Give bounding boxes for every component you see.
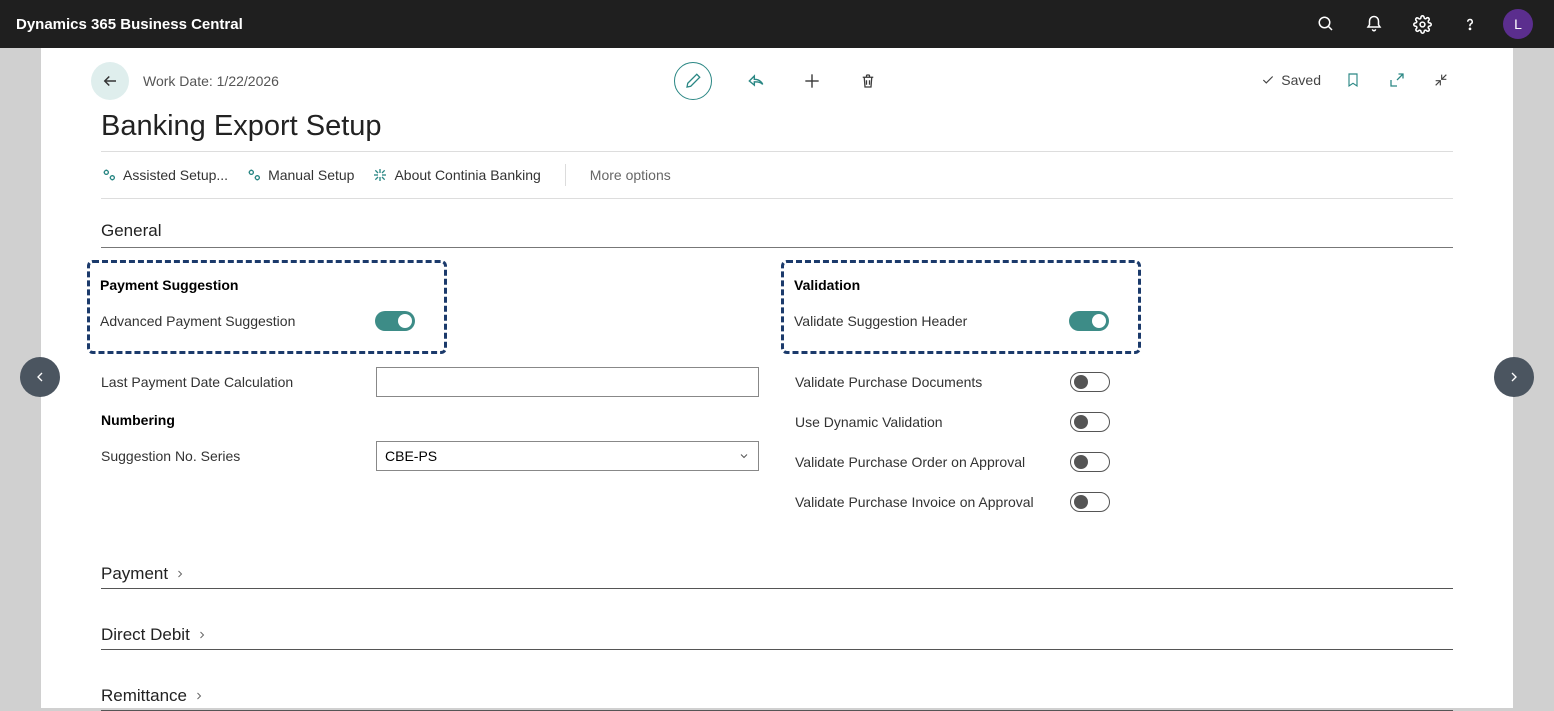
last-payment-date-label: Last Payment Date Calculation xyxy=(101,374,360,390)
chevron-right-icon xyxy=(174,568,186,580)
numbering-subhead: Numbering xyxy=(101,412,759,428)
page-title: Banking Export Setup xyxy=(101,110,1453,143)
chevron-right-icon xyxy=(193,690,205,702)
last-payment-date-input[interactable] xyxy=(376,367,759,397)
section-remittance-label: Remittance xyxy=(101,686,187,706)
validate-purchase-documents-label: Validate Purchase Documents xyxy=(795,374,1054,390)
gears-icon xyxy=(246,167,262,183)
share-icon[interactable] xyxy=(744,69,768,93)
advanced-payment-label: Advanced Payment Suggestion xyxy=(100,313,359,329)
suggestion-no-series-combo[interactable]: CBE-PS xyxy=(376,441,759,471)
payment-suggestion-highlight: Payment Suggestion Advanced Payment Sugg… xyxy=(87,260,447,354)
edit-button[interactable] xyxy=(674,62,712,100)
app-topbar: Dynamics 365 Business Central L xyxy=(0,0,1554,48)
bell-icon[interactable] xyxy=(1354,4,1394,44)
manual-setup-label: Manual Setup xyxy=(268,167,354,183)
avatar-letter: L xyxy=(1503,9,1533,39)
topbar-actions: L xyxy=(1306,4,1538,44)
burst-icon xyxy=(372,167,388,183)
search-icon[interactable] xyxy=(1306,4,1346,44)
general-right-col: Validation Validate Suggestion Header Va… xyxy=(795,260,1453,528)
validate-purchase-documents-toggle[interactable] xyxy=(1070,372,1110,392)
about-label: About Continia Banking xyxy=(394,167,540,183)
work-date: Work Date: 1/22/2026 xyxy=(143,73,279,89)
section-direct-debit-label: Direct Debit xyxy=(101,625,190,645)
validation-subhead: Validation xyxy=(794,277,1128,293)
collapse-icon[interactable] xyxy=(1429,68,1453,92)
gears-icon xyxy=(101,167,117,183)
saved-label: Saved xyxy=(1281,72,1321,88)
validate-suggestion-header-toggle[interactable] xyxy=(1069,311,1109,331)
use-dynamic-validation-label: Use Dynamic Validation xyxy=(795,414,1054,430)
section-payment[interactable]: Payment xyxy=(101,564,1453,589)
user-avatar[interactable]: L xyxy=(1498,4,1538,44)
bookmark-icon[interactable] xyxy=(1341,68,1365,92)
general-left-col: Payment Suggestion Advanced Payment Sugg… xyxy=(101,260,759,528)
page-center-actions xyxy=(674,62,880,100)
suggestion-no-series-value: CBE-PS xyxy=(385,448,437,464)
suggestion-no-series-label: Suggestion No. Series xyxy=(101,448,360,464)
about-action[interactable]: About Continia Banking xyxy=(372,167,540,183)
app-title: Dynamics 365 Business Central xyxy=(16,16,1306,33)
command-bar: Assisted Setup... Manual Setup About Con… xyxy=(101,152,1453,199)
chevron-down-icon xyxy=(738,450,750,462)
more-options[interactable]: More options xyxy=(590,167,671,183)
delete-icon[interactable] xyxy=(856,69,880,93)
back-button[interactable] xyxy=(91,62,129,100)
validate-po-approval-label: Validate Purchase Order on Approval xyxy=(795,454,1054,470)
chevron-right-icon xyxy=(196,629,208,641)
validate-suggestion-header-label: Validate Suggestion Header xyxy=(794,313,1053,329)
validate-pi-approval-toggle[interactable] xyxy=(1070,492,1110,512)
gear-icon[interactable] xyxy=(1402,4,1442,44)
new-icon[interactable] xyxy=(800,69,824,93)
command-separator xyxy=(565,164,566,186)
validate-po-approval-toggle[interactable] xyxy=(1070,452,1110,472)
page-card: Saved Work Date: 1/22/2026 Banking Expor… xyxy=(41,48,1513,708)
section-payment-label: Payment xyxy=(101,564,168,584)
validate-pi-approval-label: Validate Purchase Invoice on Approval xyxy=(795,494,1054,510)
saved-indicator: Saved xyxy=(1261,72,1321,88)
section-direct-debit[interactable]: Direct Debit xyxy=(101,625,1453,650)
section-general-header: General xyxy=(101,221,1453,241)
use-dynamic-validation-toggle[interactable] xyxy=(1070,412,1110,432)
popout-icon[interactable] xyxy=(1385,68,1409,92)
assisted-setup-action[interactable]: Assisted Setup... xyxy=(101,167,228,183)
validation-highlight: Validation Validate Suggestion Header xyxy=(781,260,1141,354)
payment-suggestion-subhead: Payment Suggestion xyxy=(100,277,434,293)
assisted-setup-label: Assisted Setup... xyxy=(123,167,228,183)
manual-setup-action[interactable]: Manual Setup xyxy=(246,167,354,183)
page-right-actions: Saved xyxy=(1261,68,1453,92)
prev-record-button[interactable] xyxy=(20,357,60,397)
next-record-button[interactable] xyxy=(1494,357,1534,397)
section-remittance[interactable]: Remittance xyxy=(101,686,1453,711)
help-icon[interactable] xyxy=(1450,4,1490,44)
advanced-payment-toggle[interactable] xyxy=(375,311,415,331)
